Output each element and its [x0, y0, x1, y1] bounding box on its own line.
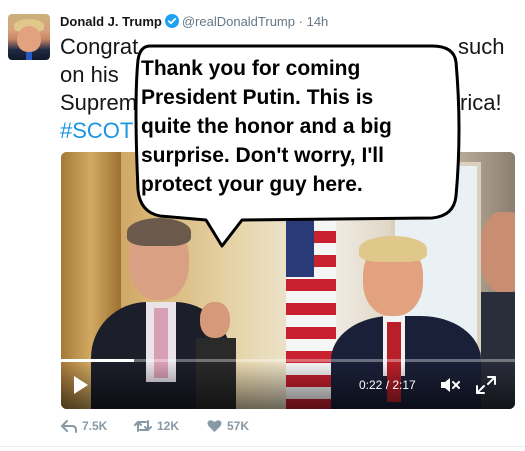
mute-icon[interactable]: [439, 375, 461, 395]
verified-badge-icon: [164, 14, 179, 32]
person-head: [481, 212, 515, 292]
divider: [0, 446, 525, 447]
fullscreen-icon[interactable]: [475, 375, 497, 395]
like-count: 57K: [227, 418, 250, 433]
retweet-button[interactable]: 12K: [134, 418, 179, 436]
speech-line: President Putin. This is: [141, 86, 374, 109]
speech-bubble-text: Thank you for coming President Putin. Th…: [141, 54, 453, 199]
hashtag-link[interactable]: #SCOT: [60, 117, 133, 145]
person-head: [200, 302, 230, 338]
tweet-text-line: such: [458, 34, 505, 59]
avatar-tie: [26, 52, 32, 60]
tweet-text-line: Suprem: [60, 90, 138, 115]
play-icon[interactable]: [71, 374, 91, 396]
avatar[interactable]: [8, 14, 50, 60]
tweet-text-line: on his: [60, 62, 119, 87]
speech-line: protect your guy here.: [141, 173, 363, 196]
avatar-face: [17, 26, 41, 52]
retweet-count: 12K: [157, 418, 180, 433]
tweet-timestamp[interactable]: 14h: [307, 14, 329, 29]
speech-line: Thank you for coming: [141, 57, 361, 80]
author-handle[interactable]: @realDonaldTrump: [182, 14, 295, 29]
tweet-card: Donald J. Trump @realDonaldTrump · 14h Co…: [0, 0, 525, 451]
tweet-text-line: Congrat: [60, 34, 139, 59]
video-progress-fill: [61, 359, 134, 362]
like-button[interactable]: 57K: [207, 418, 249, 436]
header-separator: ·: [298, 14, 303, 29]
speech-line: quite the honor and a big: [141, 115, 392, 138]
heart-icon: [207, 420, 222, 432]
reply-button[interactable]: 7.5K: [61, 418, 107, 436]
video-controls: 0:22 / 2:17: [61, 362, 515, 409]
reply-count: 7.5K: [82, 418, 108, 433]
tweet-header: Donald J. Trump @realDonaldTrump · 14h: [60, 14, 328, 32]
author-name[interactable]: Donald J. Trump: [60, 14, 162, 29]
speech-bubble: Thank you for coming President Putin. Th…: [132, 40, 462, 248]
tweet-text-line: rica!: [460, 90, 502, 115]
retweet-icon: [134, 419, 152, 432]
reply-icon: [61, 419, 77, 433]
speech-line: surprise. Don't worry, I'll: [141, 144, 384, 167]
video-progress-bar[interactable]: [61, 359, 515, 362]
video-time: 0:22 / 2:17: [359, 378, 416, 392]
